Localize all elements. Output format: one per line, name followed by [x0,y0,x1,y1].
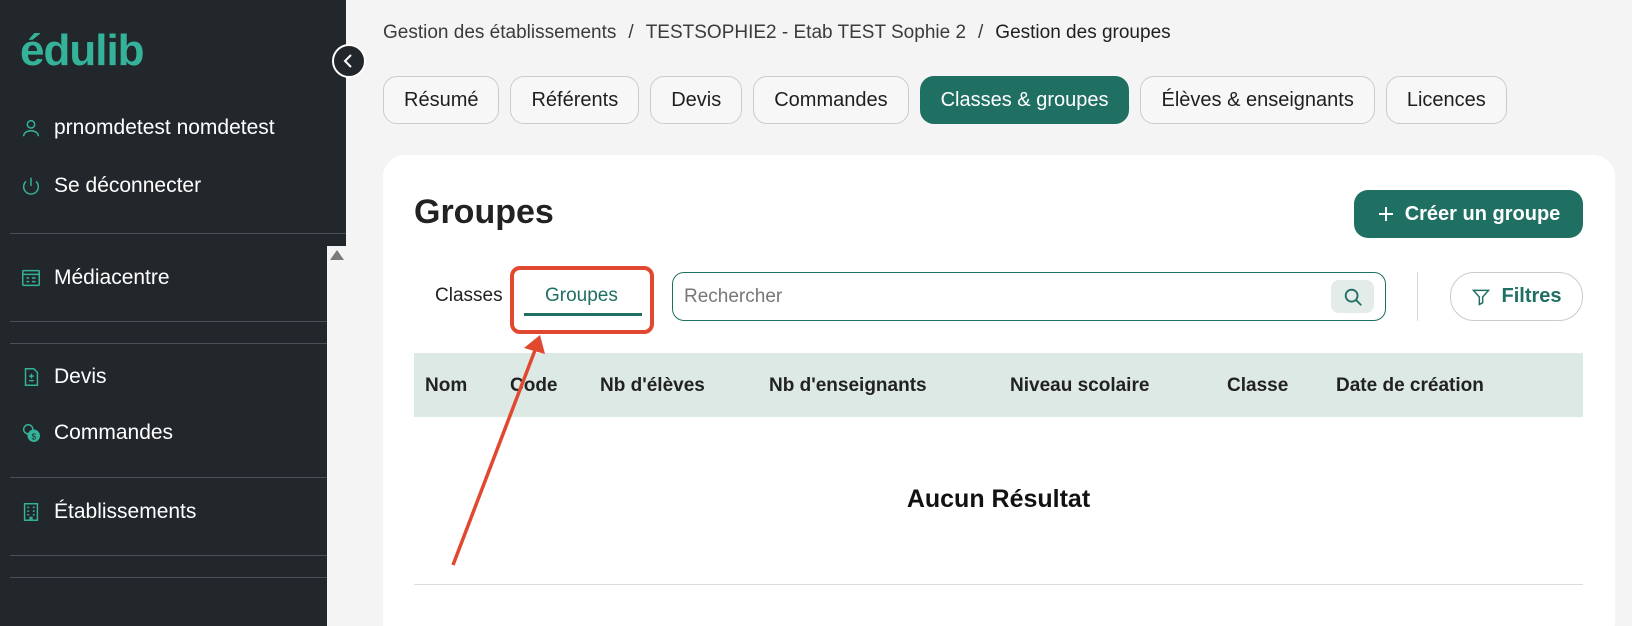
sidebar: édulib prnomdetest nomdetest Se déconnec… [0,0,346,626]
search-icon [1344,288,1362,306]
tab-eleves-enseignants[interactable]: Élèves & enseignants [1140,76,1375,124]
create-group-label: Créer un groupe [1404,202,1561,225]
plus-icon [1378,207,1393,221]
groups-card: Groupes Créer un groupe Classes Groupes … [383,155,1615,626]
search-box [672,272,1386,321]
sidebar-item-label: Commandes [54,421,174,444]
tab-commandes[interactable]: Commandes [753,76,909,124]
sidebar-item-etablissements[interactable]: Établissements [20,500,196,524]
sidebar-divider [10,233,346,234]
document-icon [24,368,39,386]
tab-referents[interactable]: Référents [510,76,640,124]
user-icon [22,119,40,137]
sidebar-divider [10,321,346,322]
section-tabs: Résumé Référents Devis Commandes Classes… [383,76,1507,124]
breadcrumb-item-etab[interactable]: TESTSOPHIE2 - Etab TEST Sophie 2 [646,22,966,44]
sidebar-user[interactable]: prnomdetest nomdetest [20,116,275,140]
page-title: Groupes [414,193,554,231]
mediacentre-icon [22,269,40,287]
empty-state-message: Aucun Résultat [906,485,1091,513]
sidebar-divider [10,555,346,556]
search-input[interactable] [684,285,1304,308]
column-header-classe[interactable]: Classe [1227,375,1288,397]
search-button[interactable] [1331,280,1374,313]
table-bottom-divider [414,584,1583,585]
logout-link[interactable]: Se déconnecter [20,174,201,198]
sidebar-item-label: Établissements [54,500,197,523]
column-header-nb-enseignants[interactable]: Nb d'enseignants [769,375,927,397]
building-icon [23,503,39,521]
filters-button[interactable]: Filtres [1450,272,1583,321]
breadcrumb: Gestion des établissements / TESTSOPHIE2… [383,22,1171,44]
logout-label: Se déconnecter [54,174,202,197]
breadcrumb-item-current: Gestion des groupes [995,22,1171,43]
tab-classes-groupes[interactable]: Classes & groupes [919,76,1130,124]
breadcrumb-separator: / [628,22,634,43]
subtab-classes[interactable]: Classes [435,285,503,307]
column-header-nom[interactable]: Nom [425,375,467,397]
sidebar-item-label: Devis [54,365,107,388]
tab-licences[interactable]: Licences [1385,76,1507,124]
coins-icon: $ [22,424,40,442]
scroll-up-arrow-icon[interactable] [330,250,344,260]
sidebar-divider [10,343,346,344]
create-group-button[interactable]: Créer un groupe [1354,190,1583,238]
breadcrumb-item-etablissements[interactable]: Gestion des établissements [383,22,616,44]
filter-icon [1472,289,1491,306]
column-header-nb-eleves[interactable]: Nb d'élèves [600,375,705,397]
chevron-left-icon [343,54,352,68]
column-header-code[interactable]: Code [510,375,558,397]
sidebar-divider [10,477,346,478]
toolbar-divider [1417,272,1418,321]
column-header-niveau[interactable]: Niveau scolaire [1010,375,1149,397]
sidebar-item-commandes[interactable]: $ Commandes [20,421,173,445]
power-icon [22,177,40,195]
collapse-sidebar-button[interactable] [332,44,366,78]
tab-resume[interactable]: Résumé [383,76,500,124]
filters-label: Filtres [1501,285,1562,307]
user-name: prnomdetest nomdetest [54,116,275,139]
table-header: Nom Code Nb d'élèves Nb d'enseignants Ni… [414,353,1583,417]
sidebar-scrollbar[interactable] [327,246,346,626]
tab-devis[interactable]: Devis [650,76,743,124]
column-header-date-creation[interactable]: Date de création [1336,375,1484,397]
sidebar-item-devis[interactable]: Devis [20,365,107,389]
edulib-logo[interactable]: édulib [20,26,145,76]
annotation-highlight-box [510,266,654,334]
breadcrumb-separator: / [978,22,984,43]
sidebar-item-label: Médiacentre [54,266,170,289]
svg-text:$: $ [31,432,36,441]
sidebar-divider [10,577,346,578]
sidebar-item-mediacentre[interactable]: Médiacentre [20,266,170,290]
